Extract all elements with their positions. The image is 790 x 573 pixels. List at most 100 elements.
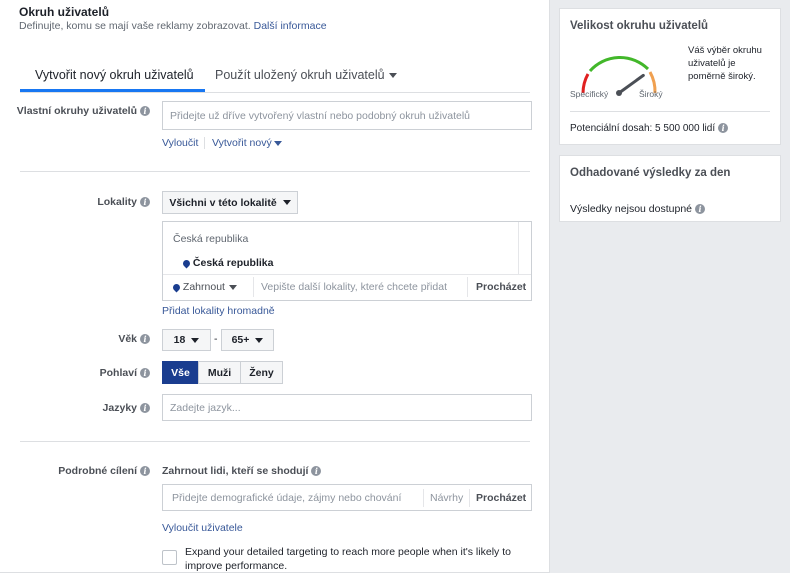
detailed-browse-button[interactable]: Procházet — [476, 492, 526, 504]
info-icon[interactable]: i — [695, 204, 705, 215]
gauge-pivot — [616, 90, 622, 96]
age-separator: - — [214, 333, 218, 345]
more-info-link[interactable]: Další informace — [254, 20, 327, 32]
age-min-dropdown[interactable]: 18 — [162, 329, 211, 351]
audience-size-card: Velikost okruhu uživatelů Specifický Šir… — [559, 8, 781, 145]
location-pin-icon — [181, 258, 192, 269]
age-max-dropdown[interactable]: 65+ — [221, 329, 274, 351]
languages-label-text: Jazyky — [102, 402, 137, 414]
audience-panel: Okruh uživatelů Definujte, komu se mají … — [0, 0, 550, 573]
gender-all-button[interactable]: Vše — [162, 361, 199, 384]
locations-label-text: Lokality — [97, 196, 137, 208]
age-max-value: 65+ — [231, 334, 250, 346]
gender-label-text: Pohlaví — [99, 367, 137, 379]
description-line2: uživatelů je — [688, 58, 736, 69]
include-dropdown[interactable]: Zahrnout — [171, 281, 237, 293]
caret-down-icon — [282, 200, 291, 205]
estimated-results-card: Odhadované výsledky za den Výsledky nejs… — [559, 155, 781, 222]
selected-location-text: Česká republika — [192, 257, 274, 269]
expand-text-line2: improve performance. — [185, 560, 288, 572]
gender-women-button[interactable]: Ženy — [240, 361, 283, 384]
languages-label: Jazyky i — [10, 402, 150, 414]
location-type-dropdown[interactable]: Všichni v této lokalitě — [162, 191, 298, 214]
caret-down-icon — [228, 284, 237, 290]
locations-label: Lokality i — [10, 196, 150, 208]
tab-create-new-audience[interactable]: Vytvořit nový okruh uživatelů — [35, 68, 194, 82]
detailed-targeting-label: Podrobné cílení i — [10, 465, 150, 477]
info-icon[interactable]: i — [718, 123, 729, 134]
divider — [163, 274, 531, 275]
estimated-results-status-text: Výsledky nejsou dostupné — [570, 203, 692, 215]
bulk-add-locations-link[interactable]: Přidat lokality hromadně — [162, 305, 275, 317]
link-separator — [204, 137, 205, 149]
suggestions-button[interactable]: Návrhy — [430, 492, 463, 504]
location-type-label: Všichni v této lokalitě — [169, 196, 277, 209]
description-line3: poměrně široký. — [688, 71, 756, 82]
scrollbar-track[interactable] — [518, 222, 519, 274]
languages-input[interactable]: Zadejte jazyk... — [162, 394, 532, 421]
location-pin-icon — [171, 282, 182, 293]
include-people-label: Zahrnout lidi, kteří se shodují i — [162, 465, 322, 477]
create-new-label: Vytvořit nový — [212, 137, 272, 149]
custom-audiences-label-text: Vlastní okruhy uživatelů — [16, 105, 137, 117]
custom-audiences-placeholder: Přidejte už dříve vytvořený vlastní nebo… — [170, 109, 471, 122]
gender-men-button[interactable]: Muži — [198, 361, 241, 384]
include-people-text: Zahrnout lidi, kteří se shodují — [162, 465, 309, 477]
gauge-label-specific: Specifický — [570, 89, 609, 99]
caret-down-icon — [273, 140, 282, 146]
info-icon[interactable]: i — [140, 466, 150, 477]
info-icon[interactable]: i — [140, 368, 150, 379]
location-browse-button[interactable]: Procházet — [476, 281, 526, 293]
location-box: Česká republika Česká republika Zahrnout… — [162, 221, 532, 301]
divider — [467, 277, 468, 297]
expand-targeting-text: Expand your detailed targeting to reach … — [185, 545, 511, 573]
age-label: Věk i — [10, 333, 150, 345]
estimated-results-status: Výsledky nejsou dostupné i — [570, 203, 705, 215]
estimated-results-title: Odhadované výsledky za den — [570, 167, 731, 179]
caret-down-icon — [191, 337, 200, 343]
gauge-label-broad: Široký — [639, 89, 663, 99]
gauge-arc-mid — [588, 56, 650, 73]
description-line1: Váš výběr okruhu — [688, 45, 762, 56]
divider — [20, 171, 530, 172]
info-icon[interactable]: i — [140, 334, 150, 345]
info-icon[interactable]: i — [140, 106, 150, 117]
potential-reach: Potenciální dosah: 5 500 000 lidí i — [570, 123, 729, 134]
custom-audiences-label: Vlastní okruhy uživatelů i — [10, 105, 150, 117]
detailed-targeting-input[interactable]: Přidejte demografické údaje, zájmy nebo … — [162, 484, 532, 511]
divider — [20, 92, 530, 93]
audience-size-description: Váš výběr okruhu uživatelů je poměrně ši… — [688, 44, 762, 83]
divider — [253, 277, 254, 297]
exclude-people-link[interactable]: Vyloučit uživatele — [162, 522, 243, 534]
include-label: Zahrnout — [182, 281, 225, 293]
divider — [20, 441, 530, 442]
divider — [570, 111, 770, 112]
page-subtitle: Definujte, komu se mají vaše reklamy zob… — [19, 20, 327, 32]
age-label-text: Věk — [118, 333, 137, 345]
location-group-header: Česká republika — [173, 233, 249, 245]
age-min-value: 18 — [173, 334, 186, 346]
location-search-input[interactable]: Vepište další lokality, které chcete při… — [261, 281, 447, 293]
divider — [469, 489, 470, 507]
exclude-custom-audience-link[interactable]: Vyloučit — [162, 137, 198, 149]
audience-size-title: Velikost okruhu uživatelů — [570, 20, 709, 32]
caret-down-icon — [388, 73, 397, 79]
expand-text-line1: Expand your detailed targeting to reach … — [185, 546, 511, 558]
detailed-targeting-placeholder: Přidejte demografické údaje, zájmy nebo … — [172, 492, 402, 504]
info-icon[interactable]: i — [311, 466, 322, 477]
subtitle-text: Definujte, komu se mají vaše reklamy zob… — [19, 20, 251, 32]
page-title: Okruh uživatelů — [19, 5, 110, 19]
info-icon[interactable]: i — [140, 403, 150, 414]
languages-placeholder: Zadejte jazyk... — [170, 401, 241, 414]
custom-audiences-input[interactable]: Přidejte už dříve vytvořený vlastní nebo… — [162, 101, 532, 130]
tab-saved-label: Použít uložený okruh uživatelů — [215, 68, 385, 82]
tab-use-saved-audience[interactable]: Použít uložený okruh uživatelů — [215, 68, 397, 82]
divider — [423, 489, 424, 507]
detailed-targeting-label-text: Podrobné cílení — [58, 465, 137, 477]
gender-label: Pohlaví i — [10, 367, 150, 379]
info-icon[interactable]: i — [140, 197, 150, 208]
potential-reach-text: Potenciální dosah: 5 500 000 lidí — [570, 123, 716, 134]
create-new-audience-link[interactable]: Vytvořit nový — [212, 137, 282, 149]
selected-location-item[interactable]: Česká republika — [181, 257, 274, 269]
expand-targeting-checkbox[interactable] — [162, 550, 177, 565]
